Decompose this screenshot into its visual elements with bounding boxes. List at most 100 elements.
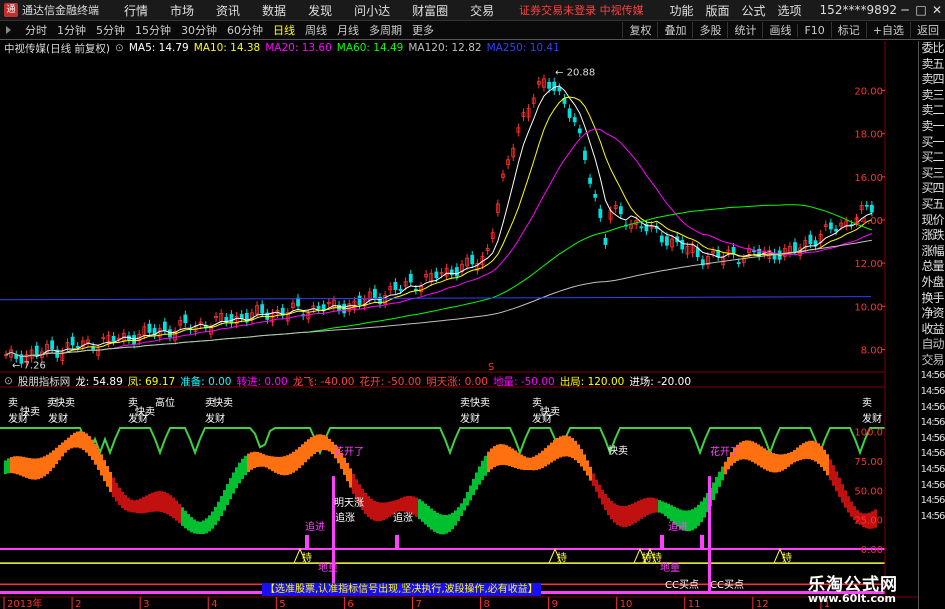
y-tick-label: 12.00 — [854, 259, 883, 270]
side-label: 涨跌 — [921, 228, 944, 243]
osc-band — [217, 501, 220, 521]
osc-band — [637, 500, 640, 521]
osc-band — [106, 466, 109, 487]
ma60-line — [5, 204, 873, 358]
osc-band — [175, 500, 178, 521]
osc-band — [82, 431, 85, 451]
osc-band — [211, 511, 214, 529]
osc-band — [595, 479, 598, 492]
osc-band — [406, 496, 409, 513]
menu-wealth[interactable]: 财富圈 — [401, 2, 459, 19]
osc-band — [178, 503, 181, 524]
period-daily[interactable]: 日线 — [268, 22, 300, 38]
period-tick[interactable]: 分时 — [20, 22, 52, 38]
hold-label: 持 — [642, 551, 652, 564]
osc-band — [805, 441, 808, 459]
osc-band — [67, 437, 70, 450]
osc-band — [589, 466, 592, 481]
osc-band — [376, 501, 379, 522]
period-multi[interactable]: 多周期 — [364, 22, 407, 38]
user-account[interactable]: 152****9892 — [820, 3, 897, 17]
side-label[interactable]: 自动 — [919, 337, 945, 353]
ground-label: 地量 — [660, 561, 680, 574]
high-pos-label: 高位 — [155, 396, 175, 409]
osc-band — [640, 499, 643, 519]
menu-trade[interactable]: 交易 — [459, 2, 505, 19]
osc-band — [514, 450, 517, 468]
candle-body — [393, 282, 398, 290]
menu-data[interactable]: 数据 — [251, 2, 297, 19]
menu-news[interactable]: 资讯 — [205, 2, 251, 19]
tool-mark[interactable]: 标记 — [830, 22, 866, 38]
candle-body — [557, 87, 562, 92]
cc-buy-label: CC买点 — [665, 579, 699, 591]
osc-band — [775, 453, 778, 473]
tool-draw[interactable]: 画线 — [762, 22, 797, 38]
osc-band — [115, 482, 118, 502]
tool-add-watch[interactable]: +自选 — [865, 22, 910, 38]
osc-band — [568, 436, 571, 457]
menu-markets[interactable]: 市场 — [159, 2, 205, 19]
candle-body — [260, 304, 265, 314]
period-weekly[interactable]: 周线 — [300, 22, 332, 38]
menu-options[interactable]: 选项 — [772, 2, 808, 19]
chart-canvas[interactable]: ← 20.88← 7.26 S 持持持持持卖快卖发财卖快卖发财卖 高位快卖发财卖快卖… — [0, 41, 918, 609]
login-notice[interactable]: 证券交易未登录 中视传媒 — [519, 2, 644, 18]
play-triangle-icon[interactable] — [6, 26, 14, 34]
period-30min[interactable]: 30分钟 — [176, 22, 222, 38]
osc-band — [388, 501, 391, 517]
side-label: 卖三 — [921, 87, 944, 102]
osc-band — [154, 491, 157, 512]
osc-band — [400, 497, 403, 512]
close-icon[interactable]: ✕ — [929, 3, 945, 17]
tool-adjust[interactable]: 复权 — [622, 22, 657, 38]
osc-band — [301, 444, 304, 466]
menu-function[interactable]: 功能 — [663, 2, 699, 19]
osc-band — [838, 477, 841, 498]
osc-band — [43, 456, 46, 477]
period-15min[interactable]: 15分钟 — [130, 22, 176, 38]
trade-time: 14:56 — [920, 448, 945, 460]
period-monthly[interactable]: 月线 — [332, 22, 364, 38]
osc-band — [625, 505, 628, 527]
tool-overlay[interactable]: 叠加 — [657, 22, 692, 38]
minimize-icon[interactable]: ─ — [897, 3, 913, 17]
candle-body — [603, 237, 608, 245]
maximize-icon[interactable]: □ — [913, 3, 929, 17]
period-1min[interactable]: 1分钟 — [52, 22, 91, 38]
menu-formula[interactable]: 公式 — [736, 2, 772, 19]
period-more[interactable]: 更多 — [407, 22, 439, 38]
menu-layout[interactable]: 版面 — [700, 2, 736, 19]
tool-back[interactable]: 返回 — [910, 22, 945, 38]
osc-band — [823, 449, 826, 471]
menu-ask[interactable]: 问小达 — [343, 2, 401, 19]
x-tick-label: 9 — [552, 599, 558, 609]
osc-band — [760, 446, 763, 468]
osc-band — [478, 466, 481, 485]
watermark-url: www.60lt.com — [808, 592, 897, 605]
tool-multi-stock[interactable]: 多股 — [692, 22, 727, 38]
osc-band — [433, 510, 436, 532]
osc-band — [616, 505, 619, 525]
candle-body — [572, 117, 577, 123]
magenta-pulse — [305, 534, 309, 549]
osc-band — [166, 493, 169, 515]
trade-time: 14:56 — [920, 370, 945, 382]
trade-time: 14:56 — [920, 495, 945, 507]
menu-discover[interactable]: 发现 — [297, 2, 343, 19]
osc-band — [163, 491, 166, 513]
candle-body — [552, 81, 557, 91]
osc-band — [253, 451, 256, 469]
side-label[interactable]: 交易 — [919, 353, 945, 369]
tool-stats[interactable]: 统计 — [727, 22, 762, 38]
period-60min[interactable]: 60分钟 — [222, 22, 268, 38]
period-5min[interactable]: 5分钟 — [91, 22, 130, 38]
tool-f10[interactable]: F10 — [797, 23, 830, 37]
osc-band — [133, 500, 136, 513]
high-price-label: ← 20.88 — [555, 68, 595, 79]
osc-band — [421, 501, 424, 522]
osc-band — [316, 434, 319, 453]
osc-band — [328, 438, 331, 452]
menu-market[interactable]: 行情 — [113, 2, 159, 19]
indicator-chart: 持持持持持卖快卖发财卖快卖发财卖 高位快卖发财卖快卖发财卖 快卖发财卖快卖发财卖发财… — [0, 396, 885, 594]
